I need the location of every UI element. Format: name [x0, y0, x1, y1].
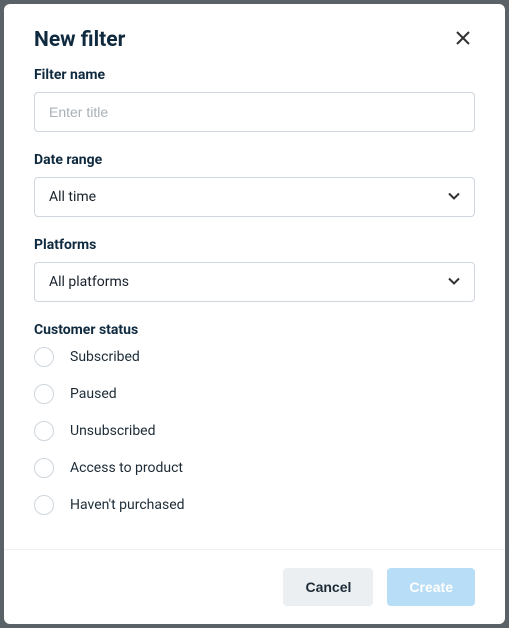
date-range-label: Date range — [34, 152, 475, 168]
filter-name-input[interactable] — [34, 92, 475, 132]
modal-header: New filter — [4, 4, 505, 57]
cancel-button[interactable]: Cancel — [283, 568, 373, 606]
modal-footer: Cancel Create — [4, 549, 505, 624]
platforms-select[interactable]: All platforms — [34, 262, 475, 302]
platforms-label: Platforms — [34, 237, 475, 253]
date-range-value: All time — [49, 189, 96, 205]
radio-icon — [34, 458, 54, 478]
platforms-value: All platforms — [49, 274, 129, 290]
radio-label: Subscribed — [70, 349, 140, 365]
modal-body: Filter name Date range All time Platform… — [4, 57, 505, 549]
platforms-select-wrap: All platforms — [34, 262, 475, 302]
radio-icon — [34, 495, 54, 515]
radio-item-unsubscribed[interactable]: Unsubscribed — [34, 421, 475, 441]
radio-label: Access to product — [70, 460, 183, 476]
date-range-select[interactable]: All time — [34, 177, 475, 217]
radio-label: Haven't purchased — [70, 497, 185, 513]
radio-label: Paused — [70, 386, 117, 402]
radio-item-havent-purchased[interactable]: Haven't purchased — [34, 495, 475, 515]
radio-item-subscribed[interactable]: Subscribed — [34, 347, 475, 367]
date-range-group: Date range All time — [34, 152, 475, 217]
radio-item-access-to-product[interactable]: Access to product — [34, 458, 475, 478]
customer-status-label: Customer status — [34, 322, 475, 338]
filter-name-group: Filter name — [34, 67, 475, 132]
new-filter-modal: New filter Filter name Date range All ti… — [4, 4, 505, 624]
date-range-select-wrap: All time — [34, 177, 475, 217]
close-button[interactable] — [451, 26, 475, 53]
modal-title: New filter — [34, 28, 125, 52]
customer-status-options: Subscribed Paused Unsubscribed Access to… — [34, 347, 475, 515]
customer-status-group: Customer status Subscribed Paused Unsubs… — [34, 322, 475, 515]
close-icon — [455, 30, 471, 49]
platforms-group: Platforms All platforms — [34, 237, 475, 302]
radio-item-paused[interactable]: Paused — [34, 384, 475, 404]
filter-name-label: Filter name — [34, 67, 475, 83]
create-button[interactable]: Create — [387, 568, 475, 606]
radio-icon — [34, 421, 54, 441]
radio-icon — [34, 384, 54, 404]
radio-icon — [34, 347, 54, 367]
radio-label: Unsubscribed — [70, 423, 156, 439]
